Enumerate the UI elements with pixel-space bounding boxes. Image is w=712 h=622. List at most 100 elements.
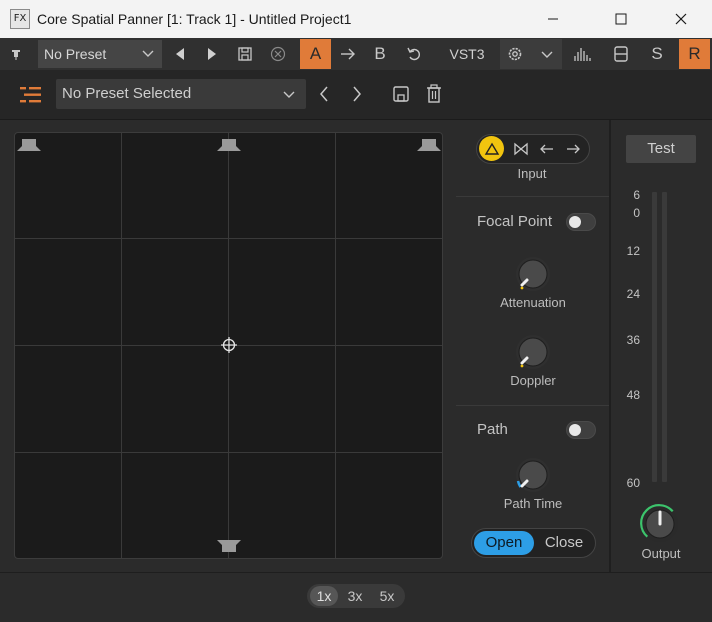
ab-a-button[interactable]: A (300, 39, 331, 69)
chevron-down-icon (283, 91, 295, 98)
analyzer-button[interactable] (570, 38, 596, 70)
settings-dropdown[interactable] (500, 39, 562, 69)
close-window-button[interactable] (658, 0, 704, 38)
output-label: Output (641, 546, 681, 561)
bypass-button[interactable] (266, 38, 290, 70)
plugin-next-preset-button[interactable] (345, 82, 369, 106)
host-preset-value: No Preset (44, 46, 107, 62)
copy-a-to-b-button[interactable] (336, 38, 360, 70)
focal-point-label: Focal Point (477, 213, 553, 230)
menu-icon[interactable] (20, 85, 42, 105)
meter-tick: 48 (626, 388, 640, 402)
plugin-header: No Preset Selected (0, 70, 712, 120)
input-mode-right[interactable] (560, 137, 586, 161)
prev-preset-button[interactable] (168, 38, 192, 70)
meter-tick: 0 (633, 206, 640, 220)
output-knob[interactable] (640, 504, 680, 544)
source-crosshair-icon[interactable] (221, 337, 237, 353)
speaker-right-icon[interactable] (416, 138, 442, 152)
save-icon (393, 86, 409, 102)
input-mode-selector (476, 134, 590, 164)
pin-icon[interactable] (10, 49, 22, 61)
path-toggle[interactable] (566, 421, 596, 439)
host-toolbar: No Preset A B VST3 S R (0, 38, 712, 70)
routing-icon (614, 46, 628, 62)
minimize-button[interactable] (530, 0, 576, 38)
undo-button[interactable] (402, 38, 426, 70)
panner-grid[interactable] (14, 132, 443, 559)
path-close-button[interactable]: Close (536, 531, 592, 555)
chevron-down-icon (541, 51, 553, 58)
app-icon: FX (10, 9, 30, 29)
sidechain-button[interactable]: S (644, 38, 670, 70)
spectrum-icon (574, 48, 591, 61)
plugin-delete-preset-button[interactable] (422, 82, 446, 106)
speaker-rear-icon[interactable] (216, 539, 242, 553)
input-mode-left[interactable] (534, 137, 560, 161)
plugin-preset-dropdown[interactable]: No Preset Selected (56, 79, 306, 109)
meter-tick: 36 (626, 333, 640, 347)
zoom-5x-button[interactable]: 5x (373, 586, 401, 606)
bowtie-icon (514, 142, 528, 156)
maximize-button[interactable] (598, 0, 644, 38)
plugin-prev-preset-button[interactable] (312, 82, 336, 106)
save-icon (238, 47, 252, 61)
input-label: Input (517, 166, 547, 181)
arrow-right-icon (341, 48, 355, 60)
divider (0, 572, 712, 573)
path-time-knob[interactable] (513, 455, 553, 495)
meter-tick: 12 (626, 244, 640, 258)
grid-line (15, 452, 442, 453)
minimize-icon (548, 18, 558, 20)
close-icon (675, 13, 687, 25)
window-title: Core Spatial Panner [1: Track 1] - Untit… (37, 11, 352, 27)
input-mode-triangle[interactable] (479, 136, 504, 161)
zoom-3x-button[interactable]: 3x (341, 586, 369, 606)
divider (456, 405, 609, 406)
attenuation-label: Attenuation (500, 295, 566, 310)
meter-tick: 60 (626, 476, 640, 490)
host-preset-dropdown[interactable]: No Preset (38, 40, 162, 68)
gear-icon (508, 47, 522, 61)
output-meter-right (662, 192, 667, 482)
test-button[interactable]: Test (626, 135, 696, 163)
save-preset-button[interactable] (233, 38, 257, 70)
input-mode-bowtie[interactable] (508, 137, 534, 161)
undo-icon (407, 47, 420, 61)
triangle-right-icon (208, 48, 216, 60)
zoom-1x-button[interactable]: 1x (310, 586, 338, 606)
grid-line (15, 238, 442, 239)
path-label: Path (477, 421, 508, 438)
plugin-save-preset-button[interactable] (389, 82, 413, 106)
arrow-right-icon (567, 144, 580, 154)
read-automation-button[interactable]: R (679, 39, 710, 69)
doppler-knob[interactable] (513, 332, 553, 372)
divider (609, 120, 611, 573)
path-open-button[interactable]: Open (474, 531, 534, 555)
path-open-close-selector: Open Close (471, 528, 596, 558)
attenuation-knob[interactable] (513, 254, 553, 294)
next-preset-button[interactable] (200, 38, 224, 70)
format-label: VST3 (449, 46, 485, 62)
chevron-down-icon (142, 50, 154, 57)
speaker-center-icon[interactable] (216, 138, 242, 152)
output-meter-left (652, 192, 657, 482)
ab-b-button[interactable]: B (368, 38, 392, 70)
circle-x-icon (270, 46, 286, 62)
divider (456, 196, 609, 197)
meter-tick: 24 (626, 287, 640, 301)
routing-button[interactable] (608, 38, 634, 70)
trash-icon (427, 84, 441, 103)
speaker-left-icon[interactable] (16, 138, 42, 152)
zoom-selector: 1x 3x 5x (307, 584, 405, 608)
meter-tick: 6 (633, 188, 640, 202)
path-time-label: Path Time (503, 496, 563, 511)
title-bar: FX Core Spatial Panner [1: Track 1] - Un… (0, 0, 712, 38)
arrow-left-icon (540, 144, 553, 154)
plugin-panel: No Preset Selected Input Focal Point Att… (0, 70, 712, 622)
chevron-left-icon (320, 86, 328, 102)
focal-point-toggle[interactable] (566, 213, 596, 231)
triangle-icon (484, 142, 499, 155)
triangle-left-icon (176, 48, 184, 60)
plugin-preset-value: No Preset Selected (62, 85, 192, 102)
